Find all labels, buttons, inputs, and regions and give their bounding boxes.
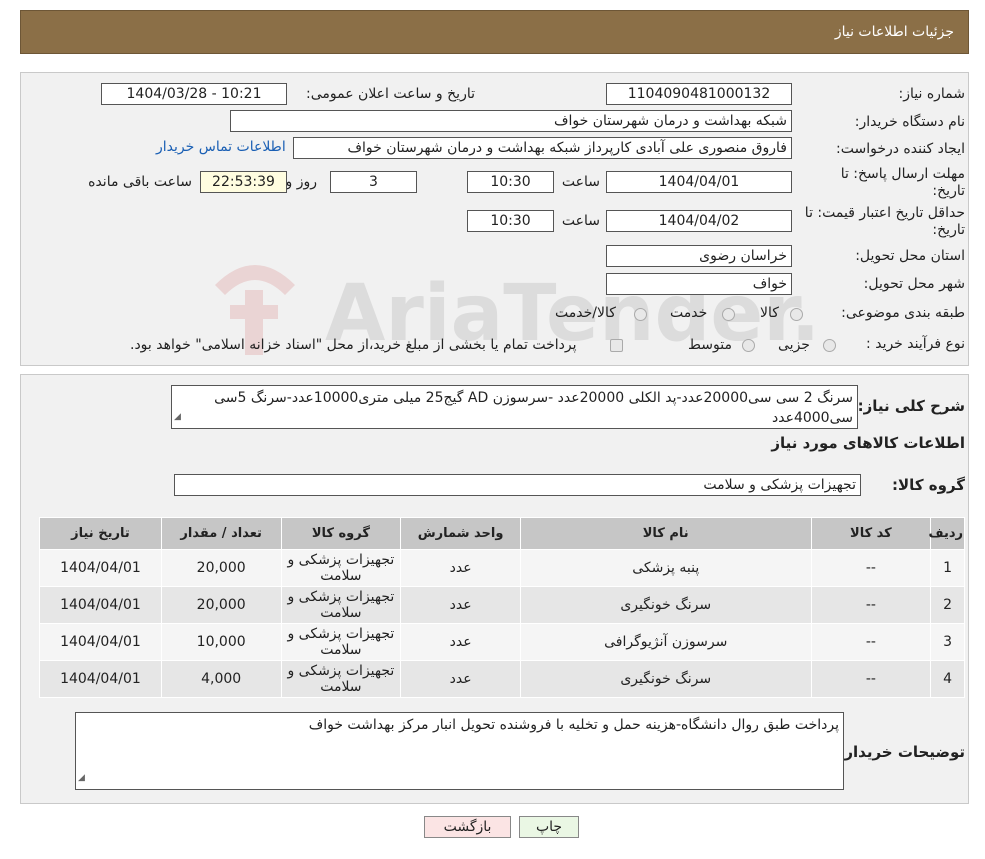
resize-handle-icon[interactable]: ◢ xyxy=(174,407,181,427)
cell-date: 1404/04/01 xyxy=(39,586,162,624)
cell-group: تجهیزات پزشکی و سلامت xyxy=(280,549,402,587)
category-radio-goods-service[interactable] xyxy=(634,308,647,321)
reply-time-field: 10:30 xyxy=(467,171,554,193)
goods-group-field: تجهیزات پزشکی و سلامت xyxy=(174,474,861,496)
cell-row-num: 1 xyxy=(930,549,965,587)
contact-info-link[interactable]: اطلاعات تماس خریدار xyxy=(156,139,286,155)
creator-field: فاروق منصوری علی آبادی کارپرداز شبکه بهد… xyxy=(293,137,792,159)
table-header-row: ردیف کد کالا نام کالا واحد شمارش گروه کا… xyxy=(39,517,965,550)
cell-row-num: 4 xyxy=(930,660,965,698)
category-option-service: خدمت xyxy=(670,305,708,321)
cell-quantity: 20,000 xyxy=(160,586,282,624)
page-header: جزئیات اطلاعات نیاز xyxy=(20,10,969,54)
purchase-checkbox-treasury[interactable] xyxy=(610,339,623,352)
announce-label: تاریخ و ساعت اعلان عمومی: xyxy=(306,86,475,102)
cell-date: 1404/04/01 xyxy=(39,623,162,661)
cell-date: 1404/04/01 xyxy=(39,660,162,698)
validity-label: حداقل تاریخ اعتبار قیمت: تا تاریخ: xyxy=(804,205,965,238)
reply-deadline-label: مهلت ارسال پاسخ: تا تاریخ: xyxy=(840,166,965,199)
purchase-note: پرداخت تمام یا بخشی از مبلغ خرید،از محل … xyxy=(130,337,577,353)
buyer-org-label: نام دستگاه خریدار: xyxy=(854,114,965,130)
resize-handle-icon[interactable]: ◢ xyxy=(78,768,85,788)
cell-name: سرنگ خونگیری xyxy=(519,586,812,624)
cell-code: -- xyxy=(810,586,932,624)
validity-time-field: 10:30 xyxy=(467,210,554,232)
announce-field: 1404/03/28 - 10:21 xyxy=(101,83,287,105)
province-field: خراسان رضوی xyxy=(606,245,792,267)
table-row: 2 -- سرنگ خونگیری عدد تجهیزات پزشکی و سل… xyxy=(39,586,965,624)
province-label: استان محل تحویل: xyxy=(855,248,965,264)
purchase-option-medium: متوسط xyxy=(688,337,732,353)
cell-group: تجهیزات پزشکی و سلامت xyxy=(280,586,402,624)
cell-unit: عدد xyxy=(400,660,521,698)
cell-quantity: 20,000 xyxy=(160,549,282,587)
col-header-date: تاریخ نیاز xyxy=(39,517,162,550)
cell-group: تجهیزات پزشکی و سلامت xyxy=(280,660,402,698)
category-option-goods: کالا xyxy=(760,305,779,321)
cell-code: -- xyxy=(810,549,932,587)
goods-info-title: اطلاعات کالاهای مورد نیاز xyxy=(771,434,965,452)
validity-date-field: 1404/04/02 xyxy=(606,210,792,232)
remaining-time-field: 22:53:39 xyxy=(200,171,287,193)
cell-code: -- xyxy=(810,660,932,698)
validity-time-label: ساعت xyxy=(561,213,600,229)
col-header-code: کد کالا xyxy=(810,517,932,550)
cell-unit: عدد xyxy=(400,623,521,661)
purchase-option-minor: جزیی xyxy=(778,337,810,353)
city-label: شهر محل تحویل: xyxy=(863,276,965,292)
purchase-radio-medium[interactable] xyxy=(742,339,755,352)
reply-time-label: ساعت xyxy=(561,174,600,190)
table-row: 3 -- سرسوزن آنژیوگرافی عدد تجهیزات پزشکی… xyxy=(39,623,965,661)
purchase-type-label: نوع فرآیند خرید : xyxy=(866,336,965,352)
need-description-label: شرح کلی نیاز: xyxy=(857,397,965,415)
need-number-label: شماره نیاز: xyxy=(898,86,966,102)
need-description-field: سرنگ 2 سی سی20000عدد-پد الکلی 20000عدد -… xyxy=(171,385,858,429)
category-option-goods-service: کالا/خدمت xyxy=(555,305,616,321)
cell-name: سرسوزن آنژیوگرافی xyxy=(519,623,812,661)
city-field: خواف xyxy=(606,273,792,295)
cell-row-num: 2 xyxy=(930,586,965,624)
col-header-name: نام کالا xyxy=(519,517,812,550)
remaining-time-label: ساعت باقی مانده xyxy=(88,174,192,190)
col-header-row-num: ردیف xyxy=(928,517,965,550)
buyer-notes-field: پرداخت طبق روال دانشگاه-هزینه حمل و تخلی… xyxy=(75,712,844,790)
need-number-field: 1104090481000132 xyxy=(606,83,792,105)
table-row: 1 -- پنبه پزشکی عدد تجهیزات پزشکی و سلام… xyxy=(39,549,965,587)
goods-group-label: گروه کالا: xyxy=(892,476,965,494)
goods-table: ردیف کد کالا نام کالا واحد شمارش گروه کا… xyxy=(39,517,965,698)
buyer-org-field: شبکه بهداشت و درمان شهرستان خواف xyxy=(230,110,792,132)
cell-code: -- xyxy=(810,623,932,661)
cell-group: تجهیزات پزشکی و سلامت xyxy=(280,623,402,661)
buyer-notes-label: توضیحات خریدار: xyxy=(838,743,965,761)
reply-date-field: 1404/04/01 xyxy=(606,171,792,193)
print-button[interactable]: چاپ xyxy=(519,816,579,838)
category-radio-goods[interactable] xyxy=(790,308,803,321)
table-row: 4 -- سرنگ خونگیری عدد تجهیزات پزشکی و سل… xyxy=(39,660,965,698)
purchase-radio-minor[interactable] xyxy=(823,339,836,352)
page-title: جزئیات اطلاعات نیاز xyxy=(834,24,954,40)
cell-unit: عدد xyxy=(400,549,521,587)
col-header-unit: واحد شمارش xyxy=(400,517,521,550)
col-header-group: گروه کالا xyxy=(280,517,402,550)
category-label: طبقه بندی موضوعی: xyxy=(841,305,965,321)
cell-unit: عدد xyxy=(400,586,521,624)
days-label: روز و xyxy=(285,174,318,190)
col-header-quantity: تعداد / مقدار xyxy=(160,517,282,550)
cell-name: سرنگ خونگیری xyxy=(519,660,812,698)
creator-label: ایجاد کننده درخواست: xyxy=(836,141,965,157)
cell-date: 1404/04/01 xyxy=(39,549,162,587)
cell-row-num: 3 xyxy=(930,623,965,661)
cell-quantity: 10,000 xyxy=(160,623,282,661)
days-field: 3 xyxy=(330,171,417,193)
category-radio-service[interactable] xyxy=(722,308,735,321)
cell-quantity: 4,000 xyxy=(160,660,282,698)
back-button[interactable]: بازگشت xyxy=(424,816,511,838)
cell-name: پنبه پزشکی xyxy=(519,549,812,587)
